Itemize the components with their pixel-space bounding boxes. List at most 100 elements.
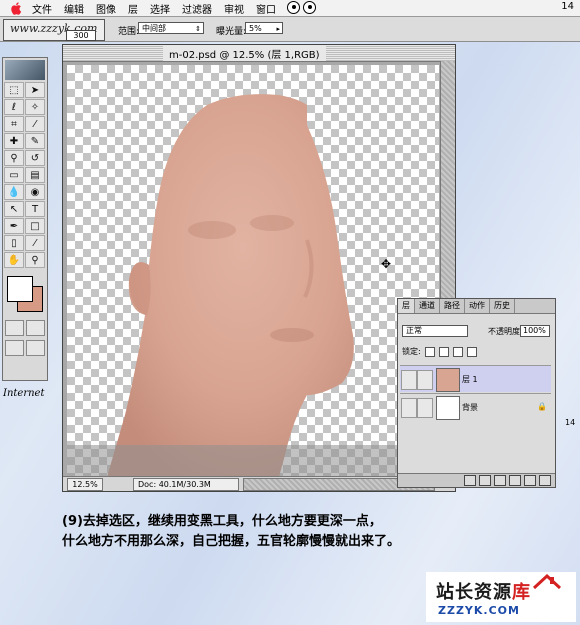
watermark-title-accent: 库 <box>512 582 531 603</box>
range-select-value: 中间部 <box>142 24 166 33</box>
lock-all-checkbox[interactable] <box>466 346 477 357</box>
menu-select[interactable]: 选择 <box>150 1 170 16</box>
quick-mask-mode-button[interactable] <box>26 320 45 336</box>
canvas[interactable] <box>67 65 439 477</box>
tutorial-caption: (9)去掉选区，继续用变黑工具，什么地方要更深一点， 什么地方不用那么深，自己把… <box>62 512 542 552</box>
range-label: 范围: <box>118 27 140 37</box>
blend-mode-value: 正常 <box>406 326 422 335</box>
document-title: m-02.psd @ 12.5% (层 1,RGB) <box>163 46 326 61</box>
opacity-label: 不透明度: <box>488 327 523 336</box>
type-tool-icon[interactable]: T <box>25 201 45 217</box>
move-cursor-icon: ✥ <box>381 257 392 271</box>
new-layer-button[interactable] <box>524 475 536 486</box>
notes-tool-icon[interactable]: ▯ <box>4 235 24 251</box>
lock-image-checkbox[interactable] <box>438 346 449 357</box>
blend-mode-select[interactable]: 正常 <box>402 325 468 337</box>
gradient-tool-icon[interactable]: ▤ <box>25 167 45 183</box>
tab-channels[interactable]: 通道 <box>415 299 440 313</box>
path-selection-tool-icon[interactable]: ↖ <box>4 201 24 217</box>
pen-tool-icon[interactable]: ✒ <box>4 218 24 234</box>
layer-style-button[interactable] <box>464 475 476 486</box>
layer-row-background[interactable]: 背景 🔒 <box>400 393 551 420</box>
site-watermark: 站长资源库 ZZZYK.COM <box>426 572 576 622</box>
menu-image[interactable]: 图像 <box>96 1 116 16</box>
tab-layers[interactable]: 层 <box>398 299 415 313</box>
layer-link-icon[interactable] <box>417 398 433 418</box>
menu-bar: 文件 编辑 图像 层 选择 过滤器 审视 窗口 14 <box>0 0 580 17</box>
exposure-value: 5% <box>249 24 262 33</box>
layer-row-1[interactable]: 层 1 <box>400 365 551 392</box>
layers-palette: 层 通道 路径 动作 历史 正常 不透明度: 100% 锁定: 层 1 背景 🔒 <box>397 298 556 488</box>
menu-file[interactable]: 文件 <box>32 1 52 16</box>
tool-preset-picker[interactable]: www.zzzyk.com 300 <box>3 19 105 41</box>
tab-paths[interactable]: 路径 <box>440 299 465 313</box>
zoom-tool-icon[interactable]: ⚲ <box>25 252 45 268</box>
magic-wand-tool-icon[interactable]: ✧ <box>25 99 45 115</box>
zoom-field[interactable]: 12.5% <box>67 478 103 491</box>
menu-view[interactable]: 审视 <box>224 1 244 16</box>
opacity-field[interactable]: 100% <box>520 325 550 337</box>
layer-lock-icon: 🔒 <box>537 402 547 411</box>
menu-filter[interactable]: 过滤器 <box>182 1 212 16</box>
lasso-tool-icon[interactable]: ℓ <box>4 99 24 115</box>
layer-thumbnail <box>436 368 460 392</box>
crop-tool-icon[interactable]: ⌗ <box>4 116 24 132</box>
lock-transparency-checkbox[interactable] <box>424 346 435 357</box>
shape-tool-icon[interactable]: □ <box>25 218 45 234</box>
screen-mode-standard-button[interactable] <box>5 340 24 356</box>
tab-history[interactable]: 历史 <box>490 299 515 313</box>
hand-tool-icon[interactable]: ✋ <box>4 252 24 268</box>
slice-tool-icon[interactable]: ⁄ <box>25 116 45 132</box>
range-select[interactable]: 中间部 ⇕ <box>138 22 204 34</box>
doc-info: Doc: 40.1M/30.3M <box>133 478 239 491</box>
watermark-title: 站长资源库 <box>436 578 531 604</box>
foreground-color-swatch[interactable] <box>7 276 33 302</box>
layer-brush-icon[interactable] <box>417 370 433 390</box>
eraser-tool-icon[interactable]: ▭ <box>4 167 24 183</box>
standard-mode-button[interactable] <box>5 320 24 336</box>
layer-name: 层 1 <box>462 375 478 384</box>
toolbox: ⬚ ➤ ℓ ✧ ⌗ ⁄ ✚ ✎ ⚲ ↺ ▭ ▤ 💧 ◉ ↖ T ✒ □ ▯ ⁄ … <box>2 57 48 381</box>
layer-mask-button[interactable] <box>479 475 491 486</box>
blur-tool-icon[interactable]: 💧 <box>4 184 24 200</box>
screen-mode-full-button[interactable] <box>26 340 45 356</box>
options-bar: www.zzzyk.com 300 范围: 中间部 ⇕ 曝光量: 5% ▸ <box>0 17 580 42</box>
move-tool-icon[interactable]: ➤ <box>25 82 45 98</box>
watermark-url: ZZZYK.COM <box>438 604 520 617</box>
opacity-value: 100% <box>523 326 546 335</box>
exposure-arrow-icon: ▸ <box>276 25 280 33</box>
history-brush-tool-icon[interactable]: ↺ <box>25 150 45 166</box>
range-select-chevron-icon: ⇕ <box>195 25 201 33</box>
exposure-label: 曝光量: <box>216 27 247 37</box>
brush-size-field[interactable]: 300 <box>66 30 96 41</box>
apple-menu-icon[interactable] <box>8 1 24 15</box>
clone-stamp-tool-icon[interactable]: ⚲ <box>4 150 24 166</box>
layer-thumbnail <box>436 396 460 420</box>
healing-brush-tool-icon[interactable]: ✚ <box>4 133 24 149</box>
menu-window[interactable]: 窗口 <box>256 1 276 16</box>
caption-line-2: 什么地方不用那么深，自己把握，五官轮廓慢慢就出来了。 <box>62 534 401 549</box>
new-set-button[interactable] <box>494 475 506 486</box>
xeyes-icon <box>287 1 316 14</box>
delete-layer-button[interactable] <box>539 475 551 486</box>
adjustment-layer-button[interactable] <box>509 475 521 486</box>
house-logo-icon <box>532 574 562 590</box>
internet-label: Internet <box>3 388 45 399</box>
brush-tool-icon[interactable]: ✎ <box>25 133 45 149</box>
marquee-tool-icon[interactable]: ⬚ <box>4 82 24 98</box>
tab-actions[interactable]: 动作 <box>465 299 490 313</box>
exposure-field[interactable]: 5% ▸ <box>245 22 283 34</box>
document-title-bar[interactable]: m-02.psd @ 12.5% (层 1,RGB) <box>63 45 455 62</box>
menu-edit[interactable]: 编辑 <box>64 1 84 16</box>
layer-name: 背景 <box>462 403 478 412</box>
caption-line-1: (9)去掉选区，继续用变黑工具，什么地方要更深一点， <box>62 514 382 529</box>
side-label: 14 <box>565 418 576 427</box>
eyedropper-tool-icon[interactable]: ⁄ <box>25 235 45 251</box>
menu-layer[interactable]: 层 <box>128 1 138 16</box>
burn-tool-icon[interactable]: ◉ <box>25 184 45 200</box>
lock-position-checkbox[interactable] <box>452 346 463 357</box>
layer-visibility-eye-icon[interactable] <box>401 370 417 390</box>
layer-visibility-eye-icon[interactable] <box>401 398 417 418</box>
watermark-title-main: 站长资源 <box>436 582 512 603</box>
toolbox-logo[interactable] <box>5 60 45 80</box>
